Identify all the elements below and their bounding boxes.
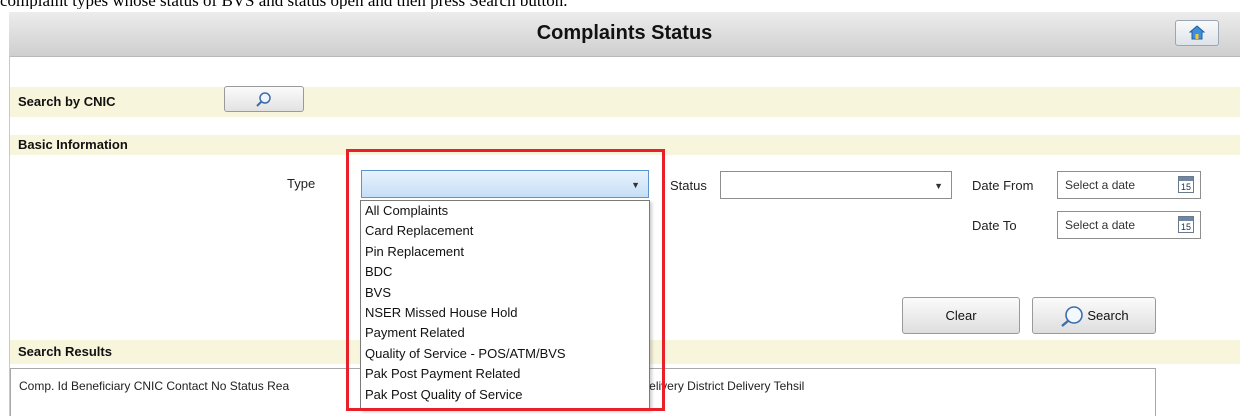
cnic-search-button[interactable] — [224, 86, 304, 112]
home-button[interactable] — [1175, 20, 1219, 46]
type-label: Type — [287, 176, 316, 191]
instruction-text-fragment: complaint types whose status of BVS and … — [0, 0, 1247, 9]
results-columns-left: Comp. Id Beneficiary CNIC Contact No Sta… — [19, 379, 290, 393]
clear-button[interactable]: Clear — [902, 297, 1020, 334]
calendar-icon[interactable]: 15 — [1178, 216, 1194, 233]
chevron-down-icon: ▼ — [934, 181, 943, 191]
page-title: Complaints Status — [536, 22, 713, 44]
status-select[interactable]: ▼ — [720, 171, 952, 199]
date-from-placeholder: Select a date — [1065, 178, 1136, 192]
search-results-label: Search Results — [18, 344, 112, 359]
basic-information-label: Basic Information — [18, 137, 128, 152]
calendar-icon[interactable]: 15 — [1178, 176, 1194, 193]
highlight-box — [346, 149, 665, 411]
date-from-field[interactable]: Select a date 15 — [1057, 171, 1201, 199]
magnifier-icon — [1061, 305, 1084, 327]
home-icon — [1189, 25, 1205, 40]
search-button-label: Search — [1087, 308, 1129, 323]
clear-button-label: Clear — [945, 308, 977, 323]
search-by-cnic-band: Search by CNIC — [10, 87, 1240, 117]
date-to-field[interactable]: Select a date 15 — [1057, 211, 1201, 239]
search-button[interactable]: Search — [1032, 297, 1156, 334]
date-to-label: Date To — [972, 218, 1017, 233]
magnifier-icon — [256, 92, 271, 107]
date-to-placeholder: Select a date — [1065, 218, 1136, 232]
title-bar: Complaints Status — [9, 12, 1240, 57]
status-label: Status — [670, 178, 707, 193]
date-from-label: Date From — [972, 178, 1034, 193]
search-by-cnic-label: Search by CNIC — [18, 94, 116, 109]
